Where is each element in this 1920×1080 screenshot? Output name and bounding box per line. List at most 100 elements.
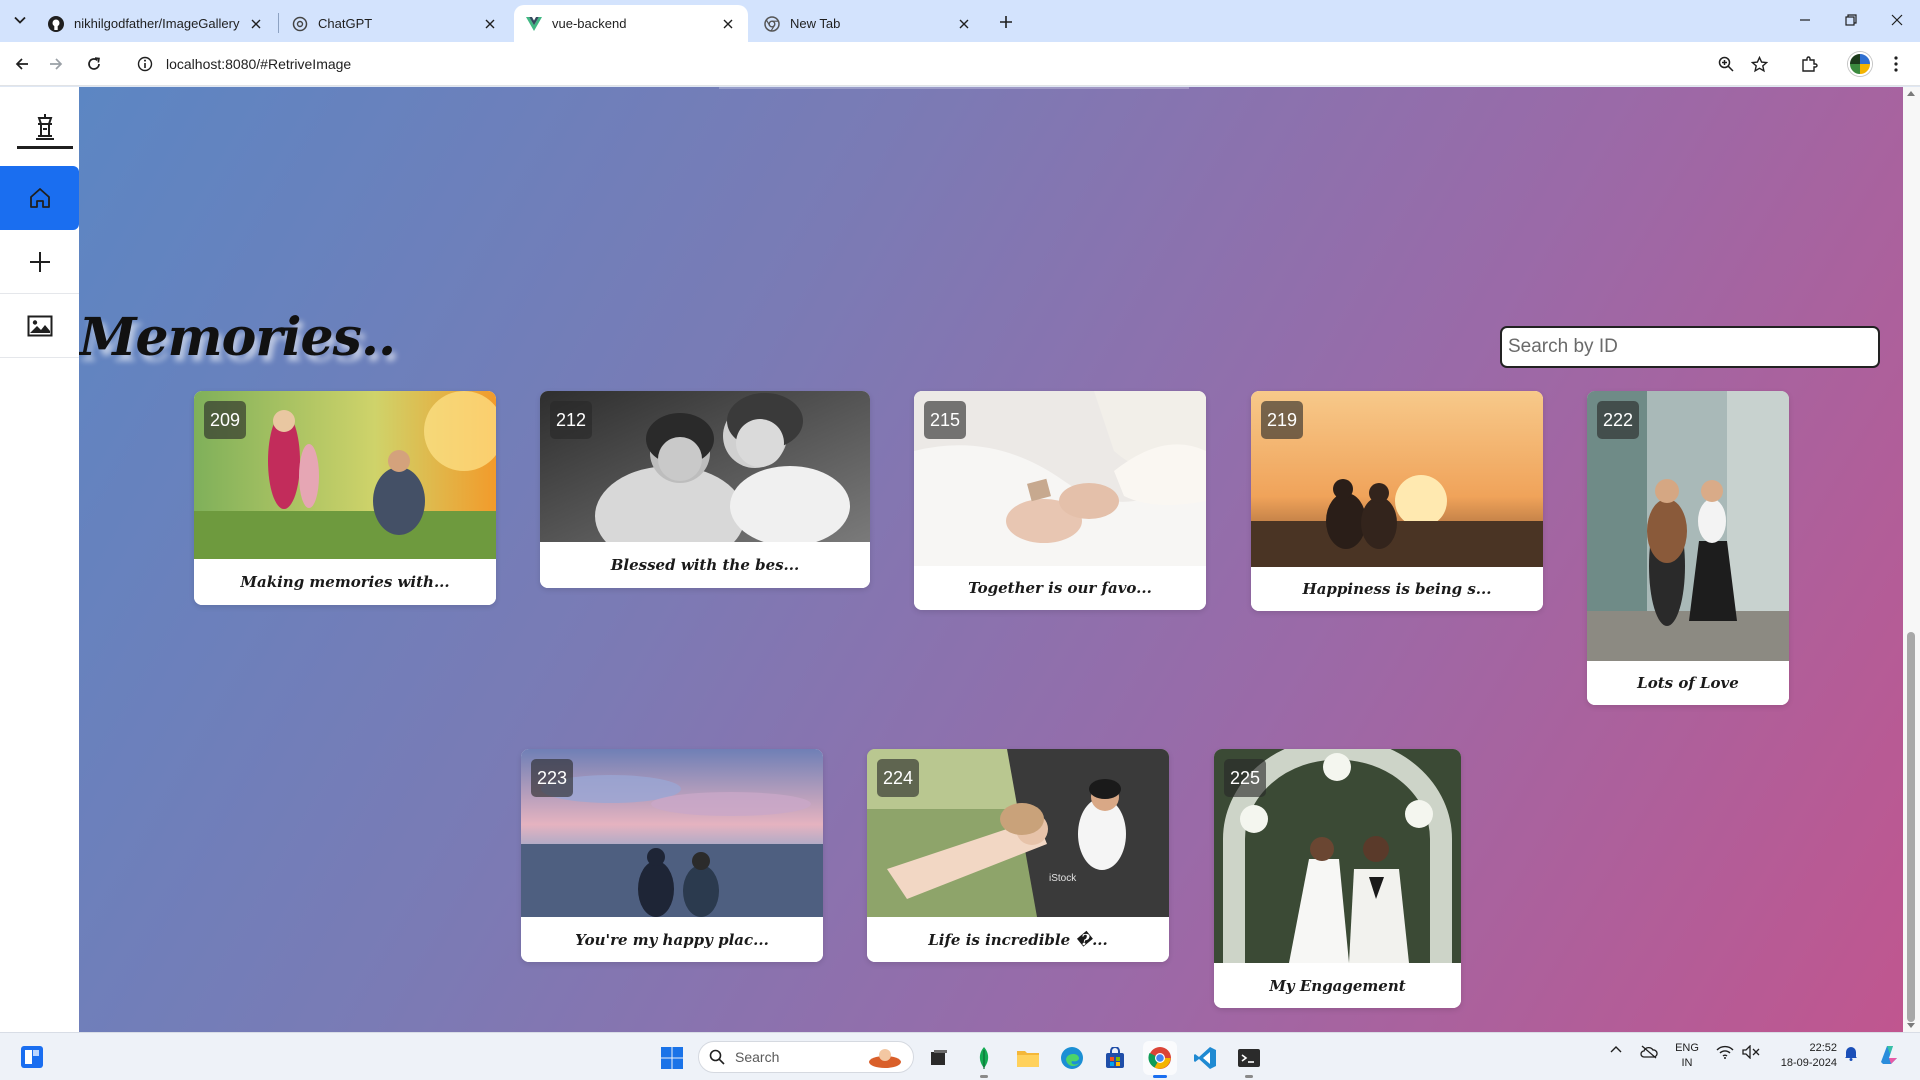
taskbar-search[interactable]: Search [698, 1041, 914, 1073]
taskbar-app-terminal[interactable] [1232, 1041, 1266, 1078]
page-title: Memories.. [79, 307, 396, 368]
image-id-badge: 212 [550, 401, 593, 439]
minimize-button[interactable] [1782, 0, 1828, 40]
minimize-icon [1800, 19, 1810, 21]
home-icon [29, 188, 50, 208]
page-scrollbar[interactable] [1903, 87, 1920, 1032]
sidebar-logo[interactable] [17, 107, 73, 149]
tab-title: vue-backend [552, 16, 627, 31]
arrow-right-icon [50, 58, 63, 70]
clock-date: 18-09-2024 [1780, 1057, 1837, 1069]
clock-time: 22:52 [1809, 1042, 1837, 1054]
memory-caption: Happiness is being s... [1251, 567, 1543, 611]
edge-icon [1061, 1047, 1083, 1069]
tab-search-button[interactable] [8, 8, 32, 32]
address-bar[interactable]: localhost:8080/#RetriveImage [122, 47, 1787, 81]
bell-icon [1845, 1047, 1857, 1061]
image-id-badge: 223 [531, 759, 574, 797]
memory-card[interactable]: 212 Blessed with the bes... [540, 391, 870, 588]
plus-icon [29, 251, 50, 272]
mongodb-leaf-icon [979, 1047, 989, 1069]
sidebar-item-add[interactable] [0, 230, 79, 294]
forward-button[interactable] [42, 50, 70, 78]
copilot-icon [1881, 1046, 1897, 1064]
memory-card[interactable]: iStock 224 Life is incredible �... [867, 749, 1169, 962]
memory-card[interactable]: 225 My Engagement [1214, 749, 1461, 1008]
search-highlight-icon [869, 1049, 901, 1068]
chatgpt-icon [292, 16, 308, 32]
task-view-button[interactable] [922, 1041, 956, 1075]
language-indicator[interactable]: ENG IN [1672, 1041, 1702, 1071]
close-window-button[interactable] [1874, 0, 1920, 40]
bookmark-button[interactable] [1745, 50, 1773, 78]
terminal-icon [1238, 1049, 1260, 1067]
tab-chatgpt[interactable]: ChatGPT [280, 5, 510, 42]
chrome-icon [764, 15, 780, 32]
wifi-status[interactable] [1716, 1045, 1734, 1059]
memory-card[interactable]: 219 Happiness is being s... [1251, 391, 1543, 611]
folder-icon [1017, 1051, 1039, 1067]
widgets-button[interactable] [18, 1043, 46, 1071]
tab-vue-backend[interactable]: vue-backend [514, 5, 748, 42]
sidebar-item-gallery[interactable] [0, 294, 79, 358]
taskbar-app-vscode[interactable] [1188, 1041, 1222, 1075]
scroll-down-icon[interactable] [1907, 1023, 1915, 1028]
widgets-icon [21, 1046, 43, 1068]
image-id-badge: 222 [1597, 401, 1640, 439]
taskbar-app-file-explorer[interactable] [1011, 1041, 1045, 1075]
tab-new-tab[interactable]: New Tab [752, 5, 984, 42]
restore-button[interactable] [1828, 0, 1874, 40]
search-icon [709, 1049, 725, 1065]
zoom-button[interactable] [1712, 50, 1740, 78]
vue-icon [526, 16, 542, 32]
profile-avatar[interactable] [1848, 52, 1872, 76]
show-hidden-icons-button[interactable] [1610, 1045, 1622, 1053]
copilot-button[interactable] [1876, 1042, 1902, 1068]
memory-caption: Blessed with the bes... [540, 542, 870, 588]
start-button[interactable] [655, 1041, 689, 1075]
close-icon[interactable] [248, 16, 264, 32]
onedrive-status[interactable] [1640, 1045, 1658, 1059]
tab-github[interactable]: nikhilgodfather/ImageGallery [36, 5, 276, 42]
search-by-id-input[interactable] [1500, 326, 1880, 368]
sidebar [0, 87, 79, 1032]
back-button[interactable] [8, 50, 36, 78]
zoom-icon [1718, 56, 1734, 72]
taskbar-app-edge[interactable] [1055, 1041, 1089, 1075]
scroll-up-icon[interactable] [1907, 91, 1915, 96]
github-icon [48, 15, 64, 32]
puzzle-icon [1802, 56, 1818, 72]
system-clock[interactable]: 22:52 18-09-2024 [1771, 1041, 1837, 1071]
image-id-badge: 219 [1261, 401, 1304, 439]
taskbar-app-chrome[interactable] [1143, 1041, 1177, 1078]
memory-card[interactable]: 215 Together is our favo... [914, 391, 1206, 610]
extensions-button[interactable] [1795, 50, 1823, 78]
notifications-button[interactable] [1844, 1045, 1858, 1061]
memory-card[interactable]: 209 Making memories with... [194, 391, 496, 605]
taskbar-search-label: Search [735, 1049, 780, 1065]
sidebar-item-home[interactable] [0, 166, 79, 230]
menu-button[interactable] [1882, 50, 1910, 78]
wifi-icon [1716, 1045, 1734, 1059]
plus-icon [1000, 16, 1012, 28]
store-icon [1106, 1047, 1124, 1068]
arrow-left-icon [15, 58, 28, 70]
volume-status[interactable] [1742, 1045, 1760, 1059]
site-info-icon[interactable] [130, 56, 160, 72]
taskbar-app-mongodb[interactable] [967, 1041, 1001, 1078]
scrollbar-thumb[interactable] [1907, 632, 1915, 1022]
star-icon [1750, 55, 1768, 72]
divider [719, 87, 1189, 89]
tab-separator [278, 13, 279, 33]
reload-button[interactable] [80, 50, 108, 78]
close-icon[interactable] [720, 16, 736, 32]
memory-card[interactable]: 223 You're my happy plac... [521, 749, 823, 962]
close-icon[interactable] [482, 16, 498, 32]
speaker-muted-icon [1742, 1045, 1760, 1059]
reload-icon [88, 57, 100, 70]
image-id-badge: 224 [877, 759, 920, 797]
close-icon[interactable] [956, 16, 972, 32]
new-tab-button[interactable] [992, 8, 1020, 36]
memory-card[interactable]: 222 Lots of Love [1587, 391, 1789, 705]
taskbar-app-store[interactable] [1098, 1041, 1132, 1075]
